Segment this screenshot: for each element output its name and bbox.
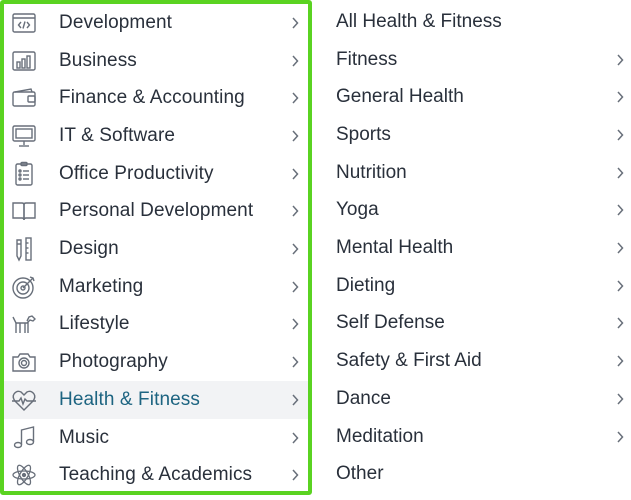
- subcategory-label: Mental Health: [336, 237, 454, 259]
- category-item-design[interactable]: Design: [4, 230, 308, 268]
- category-item-office-productivity[interactable]: Office Productivity: [4, 155, 308, 193]
- chevron-right-icon: [289, 16, 301, 30]
- subcategory-item-nutrition[interactable]: Nutrition: [312, 154, 631, 192]
- pencil-ruler-icon: [10, 235, 38, 263]
- subcategory-item-yoga[interactable]: Yoga: [312, 192, 631, 230]
- chevron-right-icon: [614, 128, 626, 142]
- category-label: Development: [59, 11, 173, 33]
- category-label: Design: [59, 238, 119, 260]
- category-item-teaching-academics[interactable]: Teaching & Academics: [4, 456, 308, 494]
- category-item-music[interactable]: Music: [4, 419, 308, 457]
- subcategory-item-other[interactable]: Other: [312, 455, 631, 493]
- clipboard-list-icon: [10, 160, 38, 188]
- dog-icon: [10, 310, 38, 338]
- subcategory-label: Fitness: [336, 48, 398, 70]
- monitor-icon: [10, 122, 38, 150]
- chevron-right-icon: [289, 204, 301, 218]
- chevron-right-icon: [614, 354, 626, 368]
- category-label: Music: [59, 426, 110, 448]
- category-label: Office Productivity: [59, 162, 214, 184]
- chevron-right-icon: [614, 90, 626, 104]
- chevron-right-icon: [289, 355, 301, 369]
- subcategory-item-mental-health[interactable]: Mental Health: [312, 229, 631, 267]
- subcategory-item-fitness[interactable]: Fitness: [312, 41, 631, 79]
- category-item-marketing[interactable]: Marketing: [4, 268, 308, 306]
- chevron-right-icon: [289, 317, 301, 331]
- subcategory-label: Dieting: [336, 274, 396, 296]
- category-label: IT & Software: [59, 124, 176, 146]
- chevron-right-icon: [289, 91, 301, 105]
- subcategory-label: Self Defense: [336, 312, 445, 334]
- chevron-right-icon: [614, 392, 626, 406]
- chevron-right-icon: [289, 280, 301, 294]
- subcategory-item-dieting[interactable]: Dieting: [312, 267, 631, 305]
- category-item-health-fitness[interactable]: Health & Fitness: [4, 381, 308, 419]
- subcategory-label: Safety & First Aid: [336, 350, 482, 372]
- chevron-right-icon: [614, 241, 626, 255]
- category-menu: Development Business Finance & Accountin…: [0, 0, 312, 495]
- category-label: Lifestyle: [59, 313, 130, 335]
- category-item-photography[interactable]: Photography: [4, 343, 308, 381]
- code-window-icon: [10, 9, 38, 37]
- category-label: Marketing: [59, 275, 144, 297]
- chevron-right-icon: [289, 54, 301, 68]
- subcategory-item-self-defense[interactable]: Self Defense: [312, 305, 631, 343]
- category-item-business[interactable]: Business: [4, 42, 308, 80]
- subcategory-label: Sports: [336, 123, 391, 145]
- subcategory-item-safety-first-aid[interactable]: Safety & First Aid: [312, 342, 631, 380]
- category-label: Teaching & Academics: [59, 464, 253, 486]
- subcategory-menu: All Health & Fitness Fitness General Hea…: [312, 0, 631, 500]
- chevron-right-icon: [289, 129, 301, 143]
- chevron-right-icon: [289, 431, 301, 445]
- chevron-right-icon: [614, 166, 626, 180]
- subcategory-item-all-health-fitness[interactable]: All Health & Fitness: [312, 3, 631, 41]
- music-note-icon: [10, 424, 38, 452]
- chevron-right-icon: [614, 53, 626, 67]
- book-icon: [10, 197, 38, 225]
- chevron-right-icon: [289, 242, 301, 256]
- camera-icon: [10, 348, 38, 376]
- subcategory-label: Dance: [336, 387, 391, 409]
- chevron-right-icon: [614, 279, 626, 293]
- chevron-right-icon: [289, 393, 301, 407]
- category-label: Personal Development: [59, 200, 254, 222]
- category-item-personal-development[interactable]: Personal Development: [4, 193, 308, 231]
- bar-chart-icon: [10, 47, 38, 75]
- wallet-icon: [10, 84, 38, 112]
- subcategory-item-dance[interactable]: Dance: [312, 380, 631, 418]
- category-label: Photography: [59, 351, 168, 373]
- subcategory-label: Yoga: [336, 199, 379, 221]
- subcategory-label: Meditation: [336, 425, 424, 447]
- category-item-finance[interactable]: Finance & Accounting: [4, 79, 308, 117]
- category-label: Health & Fitness: [59, 388, 200, 410]
- category-label: Finance & Accounting: [59, 87, 245, 109]
- atom-icon: [10, 461, 38, 489]
- chevron-right-icon: [614, 430, 626, 444]
- category-item-development[interactable]: Development: [4, 4, 308, 42]
- chevron-right-icon: [289, 167, 301, 181]
- chevron-right-icon: [289, 468, 301, 482]
- category-item-lifestyle[interactable]: Lifestyle: [4, 306, 308, 344]
- subcategory-label: General Health: [336, 86, 464, 108]
- chevron-right-icon: [614, 316, 626, 330]
- subcategory-item-general-health[interactable]: General Health: [312, 78, 631, 116]
- category-item-it-software[interactable]: IT & Software: [4, 117, 308, 155]
- subcategory-label: Other: [336, 463, 384, 485]
- category-label: Business: [59, 49, 137, 71]
- chevron-right-icon: [614, 203, 626, 217]
- subcategory-label: All Health & Fitness: [336, 10, 502, 32]
- subcategory-item-sports[interactable]: Sports: [312, 116, 631, 154]
- heartbeat-icon: [10, 386, 38, 414]
- target-icon: [10, 273, 38, 301]
- subcategory-label: Nutrition: [336, 161, 407, 183]
- subcategory-item-meditation[interactable]: Meditation: [312, 418, 631, 456]
